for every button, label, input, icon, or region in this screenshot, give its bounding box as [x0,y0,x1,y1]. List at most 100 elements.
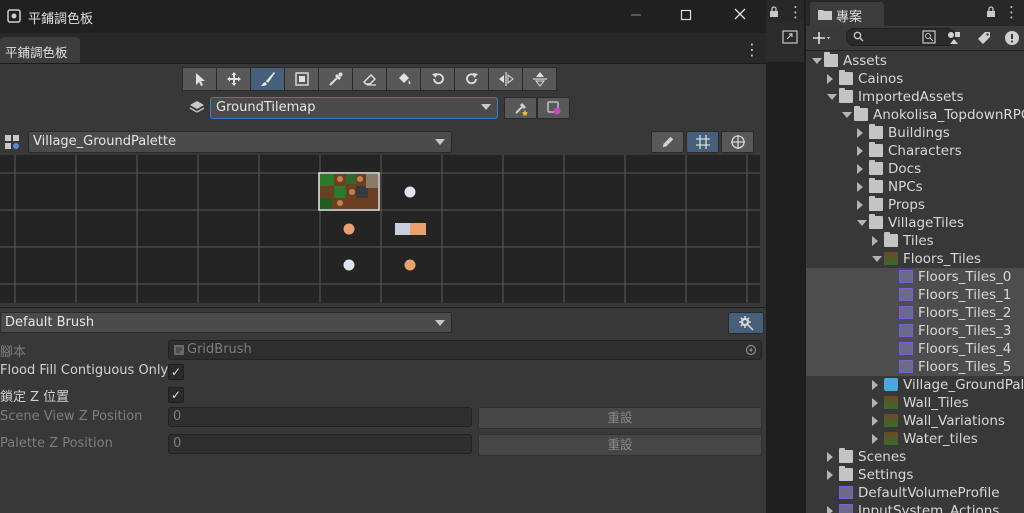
filter-by-type-icon[interactable] [946,30,962,46]
tree-item[interactable]: Scenes [806,448,1024,466]
tile-orange-dot-2[interactable] [404,259,416,271]
more-options-icon[interactable]: ⋮ [1004,3,1019,21]
warning-icon[interactable] [1004,30,1020,46]
chevron-down-icon[interactable] [872,256,882,262]
brush-settings-button[interactable] [728,312,764,334]
tree-item[interactable]: InputSystem_Actions [806,502,1024,513]
tile-floor-sheet[interactable] [318,172,380,211]
brush-dropdown[interactable]: Default Brush [0,312,452,333]
tree-item[interactable]: Cainos [806,70,1024,88]
tree-item[interactable]: Floors_Tiles_4 [806,340,1024,358]
tree-item[interactable]: Wall_Variations [806,412,1024,430]
gizmos-button[interactable] [721,131,754,153]
move-tool-button[interactable] [216,67,251,91]
tree-item[interactable]: Props [806,196,1024,214]
toggle-grid-button[interactable] [686,131,719,153]
chevron-right-icon[interactable] [857,164,863,174]
paint-tool-button[interactable] [250,67,285,91]
chevron-right-icon[interactable] [872,380,878,390]
lock-z-checkbox[interactable]: ✓ [168,387,184,403]
active-tilemap-dropdown[interactable]: GroundTilemap [210,97,498,119]
filter-by-label-icon[interactable] [976,30,992,46]
object-picker-icon[interactable] [745,344,757,356]
tree-item[interactable]: Docs [806,160,1024,178]
tile-orange-dot[interactable] [343,223,355,235]
maximize-panel-icon[interactable] [782,30,798,44]
chevron-right-icon[interactable] [827,470,833,480]
chevron-right-icon[interactable] [872,398,878,408]
tile-white-dot[interactable] [404,186,416,198]
tree-item[interactable]: Wall_Tiles [806,394,1024,412]
tree-item[interactable]: Floors_Tiles [806,250,1024,268]
minimize-button[interactable] [622,4,650,28]
tree-item[interactable]: ImportedAssets [806,88,1024,106]
more-options-icon[interactable]: ⋮ [788,3,803,21]
rotate-cw-tool-button[interactable] [454,67,489,91]
scene-z-reset-button[interactable]: 重設 [478,407,762,429]
maximize-button[interactable] [672,4,700,28]
picker-tool-button[interactable] [318,67,353,91]
chevron-right-icon[interactable] [827,74,833,84]
target-picker-button[interactable] [504,97,537,119]
palette-z-reset-button[interactable]: 重設 [478,434,762,456]
tree-item[interactable]: Assets [806,52,1024,70]
tree-item[interactable]: NPCs [806,178,1024,196]
chevron-down-icon[interactable] [857,220,867,226]
flip-x-tool-button[interactable] [488,67,523,91]
chevron-right-icon[interactable] [872,416,878,426]
chevron-down-icon[interactable] [812,58,822,64]
box-fill-tool-button[interactable] [284,67,319,91]
tree-item[interactable]: Floors_Tiles_3 [806,322,1024,340]
splitter[interactable] [0,307,766,308]
palette-dropdown[interactable]: Village_GroundPalette [28,131,452,153]
title-bar[interactable]: 平鋪調色板 [0,0,766,33]
chevron-right-icon[interactable] [827,506,833,513]
tree-item[interactable]: Anokolisa_TopdownRPG [806,106,1024,124]
tree-item[interactable]: Floors_Tiles_5 [806,358,1024,376]
tile-stripe[interactable] [395,223,426,235]
chevron-right-icon[interactable] [827,452,833,462]
tab-tile-palette[interactable]: 平鋪調色板 [0,37,80,63]
chevron-right-icon[interactable] [857,200,863,210]
select-tool-button[interactable] [182,67,217,91]
fill-tool-button[interactable] [386,67,421,91]
flip-y-tool-button[interactable] [522,67,557,91]
search-scope-icon[interactable] [922,30,936,44]
tree-item[interactable]: VillageTiles [806,214,1024,232]
more-options-icon[interactable]: ⋮ [744,40,760,59]
flood-fill-checkbox[interactable]: ✓ [168,364,184,380]
tree-item[interactable]: Settings [806,466,1024,484]
erase-tool-button[interactable] [352,67,387,91]
palette-grid[interactable] [0,155,760,303]
chevron-right-icon[interactable] [872,236,878,246]
close-button[interactable] [726,4,754,28]
tile-white-dot-2[interactable] [343,259,355,271]
chevron-right-icon[interactable] [872,434,878,444]
chevron-right-icon[interactable] [857,128,863,138]
edit-palette-button[interactable] [651,131,684,153]
tree-item[interactable]: DefaultVolumeProfile [806,484,1024,502]
tree-item[interactable]: Characters [806,142,1024,160]
tree-item[interactable]: Floors_Tiles_1 [806,286,1024,304]
palette-z-input[interactable]: 0 [168,434,472,454]
tree-item[interactable]: Water_tiles [806,430,1024,448]
tree-item[interactable]: Village_GroundPalette [806,376,1024,394]
tab-project[interactable]: 專案 [810,2,884,26]
tree-item[interactable]: Floors_Tiles_0 [806,268,1024,286]
scene-z-input[interactable]: 0 [168,407,472,427]
chevron-down-icon[interactable] [842,112,852,118]
create-icon[interactable] [812,30,832,46]
lock-icon[interactable] [769,6,779,18]
chevron-down-icon[interactable] [827,94,837,100]
chevron-right-icon[interactable] [857,146,863,156]
eyedropper-icon [328,72,342,86]
tilemap-focus-button[interactable] [537,97,570,119]
tree-item[interactable]: Floors_Tiles_2 [806,304,1024,322]
tree-item[interactable]: Buildings [806,124,1024,142]
rotate-ccw-tool-button[interactable] [420,67,455,91]
palette-z-label: Palette Z Position [0,436,113,451]
tree-item[interactable]: Tiles [806,232,1024,250]
chevron-right-icon[interactable] [857,182,863,192]
lock-icon[interactable] [986,6,996,18]
project-search-input[interactable] [846,28,956,46]
